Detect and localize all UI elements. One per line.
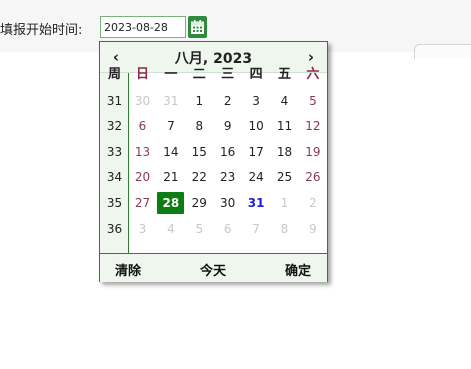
day-cell[interactable]: 21	[156, 164, 185, 190]
day-cell[interactable]: 2	[213, 88, 242, 114]
day-cell[interactable]: 13	[128, 139, 157, 165]
day-cell[interactable]: 7	[156, 113, 185, 139]
day-cell[interactable]: 4	[156, 216, 185, 242]
day-cell[interactable]: 27	[128, 190, 157, 216]
today-button[interactable]: 今天	[200, 260, 226, 279]
day-cell[interactable]: 18	[270, 139, 299, 165]
day-cell[interactable]: 8	[185, 113, 214, 139]
week-number: 33	[106, 144, 123, 159]
weekday-header: 五	[277, 67, 291, 82]
selected-day-cell[interactable]: 28	[156, 190, 185, 216]
day-cell[interactable]: 20	[128, 164, 157, 190]
day-cell[interactable]: 12	[298, 113, 327, 139]
today-day-cell[interactable]: 31	[242, 190, 271, 216]
day-cell[interactable]: 26	[298, 164, 327, 190]
day-cell[interactable]: 1	[185, 88, 214, 114]
day-cell[interactable]: 9	[298, 216, 327, 242]
day-cell[interactable]: 5	[185, 216, 214, 242]
day-cell[interactable]: 30	[213, 190, 242, 216]
ok-button[interactable]: 确定	[285, 260, 311, 279]
day-cell[interactable]: 2	[298, 190, 327, 216]
day-cell[interactable]: 15	[185, 139, 214, 165]
day-cell[interactable]: 3	[242, 88, 271, 114]
selected-day-label: 28	[157, 192, 185, 214]
day-cell[interactable]: 6	[128, 113, 157, 139]
weekday-header: 六	[306, 67, 320, 82]
start-date-input[interactable]	[100, 16, 186, 38]
day-cell[interactable]: 24	[242, 164, 271, 190]
day-cell[interactable]: 31	[156, 88, 185, 114]
day-cell[interactable]: 1	[270, 190, 299, 216]
day-cell[interactable]: 4	[270, 88, 299, 114]
calendar-icon	[191, 20, 204, 34]
calendar-button[interactable]	[188, 16, 207, 38]
day-cell[interactable]: 9	[213, 113, 242, 139]
day-cell[interactable]: 23	[213, 164, 242, 190]
day-cell[interactable]: 5	[298, 88, 327, 114]
day-cell[interactable]: 25	[270, 164, 299, 190]
day-cell[interactable]: 14	[156, 139, 185, 165]
date-picker-popup: ‹ 八月, 2023 › 周日一二三四五六 31 30 31 1 2 3 4 5 32 6 7 8 9 10…	[99, 41, 328, 282]
day-cell[interactable]: 11	[270, 113, 299, 139]
week-number: 35	[106, 196, 123, 210]
day-cell[interactable]: 6	[213, 216, 242, 242]
week-number: 31	[106, 93, 123, 108]
day-cell[interactable]: 17	[242, 139, 271, 165]
day-cell[interactable]: 10	[242, 113, 271, 139]
weekday-header: 四	[249, 67, 263, 82]
day-cell[interactable]: 7	[242, 216, 271, 242]
week-number: 34	[106, 170, 123, 185]
date-picker-footer: 清除 今天 确定	[100, 253, 327, 282]
day-cell[interactable]: 30	[128, 88, 157, 114]
day-cell[interactable]: 8	[270, 216, 299, 242]
day-cell[interactable]: 19	[298, 139, 327, 165]
weekday-header: 一	[164, 67, 178, 82]
day-cell[interactable]: 22	[185, 164, 214, 190]
week-header: 周	[107, 67, 121, 82]
start-time-label: 填报开始时间:	[0, 23, 83, 38]
clear-button[interactable]: 清除	[115, 260, 141, 279]
day-cell[interactable]: 16	[213, 139, 242, 165]
week-number: 32	[106, 119, 123, 134]
weekday-header: 二	[192, 67, 206, 82]
week-number: 36	[106, 221, 123, 236]
day-cell[interactable]: 3	[128, 216, 157, 242]
weekday-header: 日	[135, 67, 149, 82]
weekday-header: 三	[221, 67, 235, 82]
background-tab-edge	[414, 44, 471, 59]
day-cell[interactable]: 29	[185, 190, 214, 216]
